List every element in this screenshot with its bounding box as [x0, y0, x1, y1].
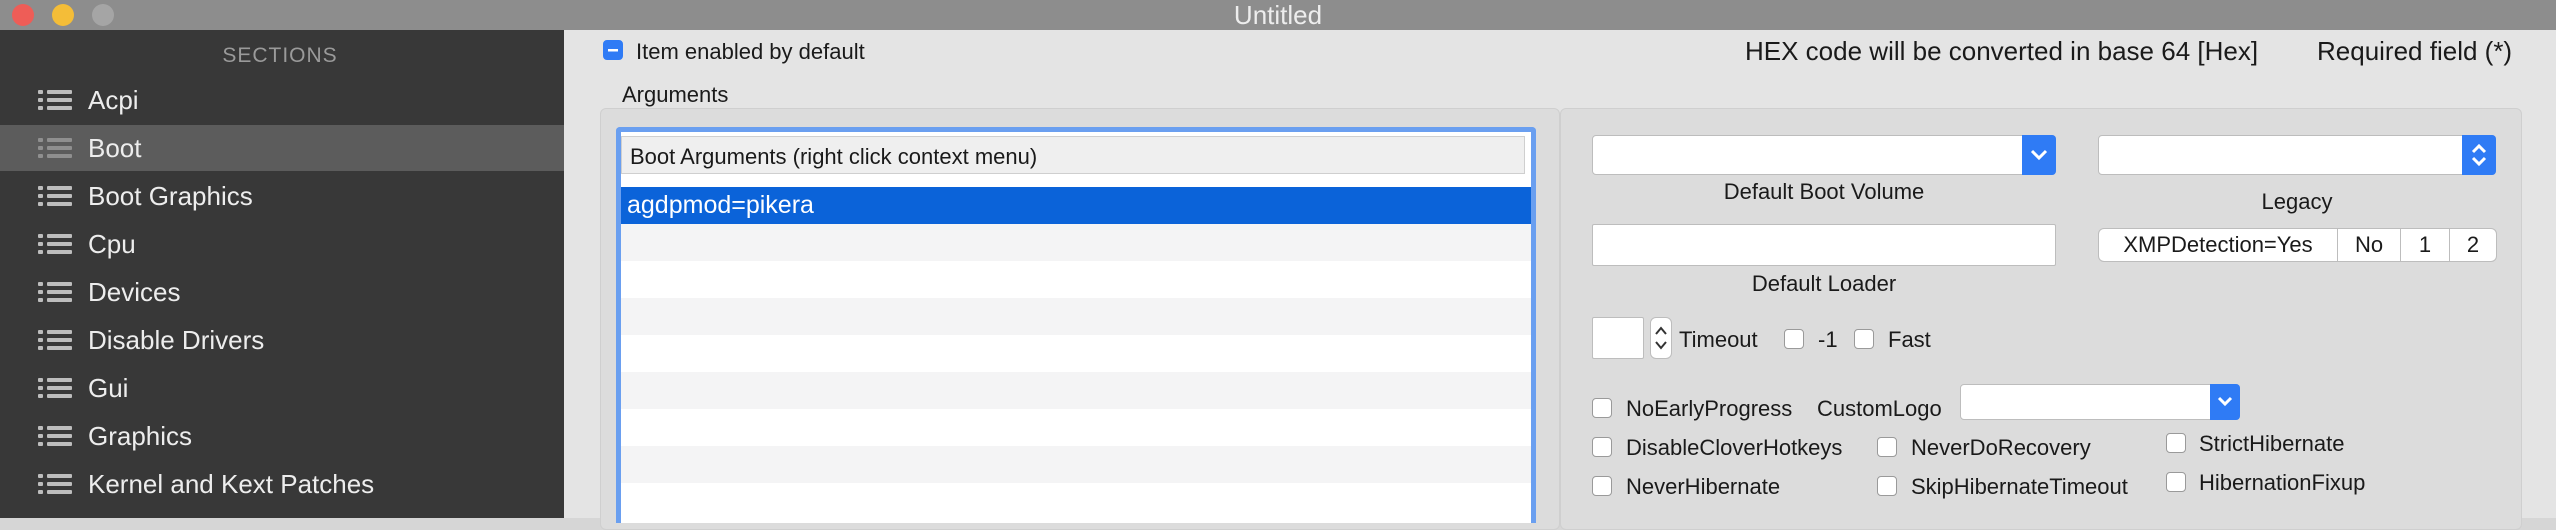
default-boot-volume-popup[interactable]: [1592, 135, 2056, 175]
hibernation-fixup-label: HibernationFixup: [2199, 470, 2366, 495]
table-row[interactable]: [621, 224, 1531, 261]
default-boot-volume-label: Default Boot Volume: [1723, 179, 1925, 204]
sidebar-item-disable-drivers[interactable]: Disable Drivers: [0, 317, 564, 363]
never-hibernate-checkbox[interactable]: [1592, 476, 1612, 496]
checkbox-mixed-icon: [608, 49, 618, 52]
sidebar-item-label: Acpi: [88, 85, 139, 115]
table-row[interactable]: [621, 446, 1531, 483]
required-field-note: Required field (*): [2317, 36, 2513, 66]
sidebar-item-label: Boot Graphics: [88, 181, 253, 211]
never-hibernate-label: NeverHibernate: [1626, 474, 1781, 499]
table-row[interactable]: [621, 483, 1531, 520]
arguments-label: Arguments: [622, 82, 729, 107]
sidebar-header: SECTIONS: [222, 44, 338, 67]
table-row[interactable]: agdpmod=pikera: [621, 187, 1531, 224]
item-enabled-label: Item enabled by default: [636, 39, 865, 64]
chevron-down-icon: [2217, 396, 2233, 407]
list-icon: [38, 426, 72, 446]
table-row[interactable]: [621, 298, 1531, 335]
xmp-detection-yes-segment[interactable]: XMPDetection=Yes: [2098, 228, 2338, 262]
boot-arguments-header[interactable]: Boot Arguments (right click context menu…: [621, 136, 1525, 174]
no-early-progress-label: NoEarlyProgress: [1626, 396, 1793, 421]
never-do-recovery-checkbox[interactable]: [1877, 437, 1897, 457]
skip-hibernate-timeout-checkbox[interactable]: [1877, 476, 1897, 496]
disable-clover-hotkeys-checkbox[interactable]: [1592, 437, 1612, 457]
default-loader-field[interactable]: [1592, 224, 2056, 266]
table-row[interactable]: [621, 409, 1531, 446]
list-icon: [38, 378, 72, 398]
list-icon: [38, 282, 72, 302]
stepper-arrows-icon: [1655, 326, 1667, 350]
sidebar-item-label: Gui: [88, 373, 129, 403]
table-row[interactable]: [621, 372, 1531, 409]
list-icon: [38, 234, 72, 254]
list-icon: [38, 138, 72, 158]
timeout-field[interactable]: [1592, 317, 1644, 359]
sidebar-item-graphics[interactable]: Graphics: [0, 413, 564, 459]
list-icon: [38, 474, 72, 494]
table-row[interactable]: [621, 335, 1531, 372]
minus-one-label: -1: [1818, 327, 1838, 352]
updown-chevron-icon: [2471, 143, 2487, 167]
xmp-detection-no-segment[interactable]: No: [2337, 228, 2401, 262]
sidebar: SECTIONS Acpi Boot Boot Graphics Cpu Dev…: [0, 30, 564, 518]
sidebar-item-boot[interactable]: Boot: [0, 125, 564, 171]
item-enabled-checkbox[interactable]: [603, 40, 623, 60]
custom-logo-popup[interactable]: [1960, 384, 2240, 420]
custom-logo-label: CustomLogo: [1817, 396, 1942, 421]
strict-hibernate-label: StrictHibernate: [2199, 431, 2345, 456]
sidebar-item-cpu[interactable]: Cpu: [0, 221, 564, 267]
never-do-recovery-label: NeverDoRecovery: [1911, 435, 2091, 460]
timeout-stepper[interactable]: [1650, 317, 1672, 359]
default-loader-label: Default Loader: [1751, 271, 1897, 296]
sidebar-item-label: Devices: [88, 277, 181, 307]
sidebar-item-boot-graphics[interactable]: Boot Graphics: [0, 173, 564, 219]
xmp-detection-2-segment[interactable]: 2: [2449, 228, 2497, 262]
chevron-down-icon: [2030, 149, 2048, 161]
fast-checkbox[interactable]: [1854, 329, 1874, 349]
timeout-label: Timeout: [1679, 327, 1758, 352]
legacy-label: Legacy: [2261, 189, 2333, 214]
sidebar-item-kernel-and-kext-patches[interactable]: Kernel and Kext Patches: [0, 461, 564, 507]
sidebar-item-label: Graphics: [88, 421, 193, 451]
legacy-popup[interactable]: [2098, 135, 2496, 175]
boot-arguments-table[interactable]: Boot Arguments (right click context menu…: [616, 127, 1536, 523]
skip-hibernate-timeout-label: SkipHibernateTimeout: [1911, 474, 2128, 499]
sidebar-item-label: Disable Drivers: [88, 325, 265, 355]
disable-clover-hotkeys-label: DisableCloverHotkeys: [1626, 435, 1843, 460]
fast-label: Fast: [1888, 327, 1931, 352]
title-bar: Untitled: [0, 0, 2556, 30]
list-icon: [38, 90, 72, 110]
sidebar-item-devices[interactable]: Devices: [0, 269, 564, 315]
boot-argument-value: agdpmod=pikera: [627, 191, 814, 219]
hex-note: HEX code will be converted in base 64 [H…: [1745, 36, 2259, 66]
sidebar-item-label: Boot: [88, 133, 142, 163]
hibernation-fixup-checkbox[interactable]: [2166, 472, 2186, 492]
xmp-detection-1-segment[interactable]: 1: [2400, 228, 2450, 262]
sidebar-item-acpi[interactable]: Acpi: [0, 77, 564, 123]
boot-arguments-header-label: Boot Arguments (right click context menu…: [630, 144, 1038, 169]
popup-arrow-button[interactable]: [2210, 384, 2240, 420]
timeout-minus-one-checkbox[interactable]: [1784, 329, 1804, 349]
sidebar-item-label: Kernel and Kext Patches: [88, 469, 375, 499]
list-icon: [38, 330, 72, 350]
strict-hibernate-checkbox[interactable]: [2166, 433, 2186, 453]
table-row[interactable]: [621, 261, 1531, 298]
popup-arrow-button[interactable]: [2022, 135, 2056, 175]
popup-arrow-button[interactable]: [2462, 135, 2496, 175]
sidebar-item-gui[interactable]: Gui: [0, 365, 564, 411]
list-icon: [38, 186, 72, 206]
window-title: Untitled: [1233, 0, 1323, 30]
no-early-progress-checkbox[interactable]: [1592, 398, 1612, 418]
sidebar-item-label: Cpu: [88, 229, 136, 259]
